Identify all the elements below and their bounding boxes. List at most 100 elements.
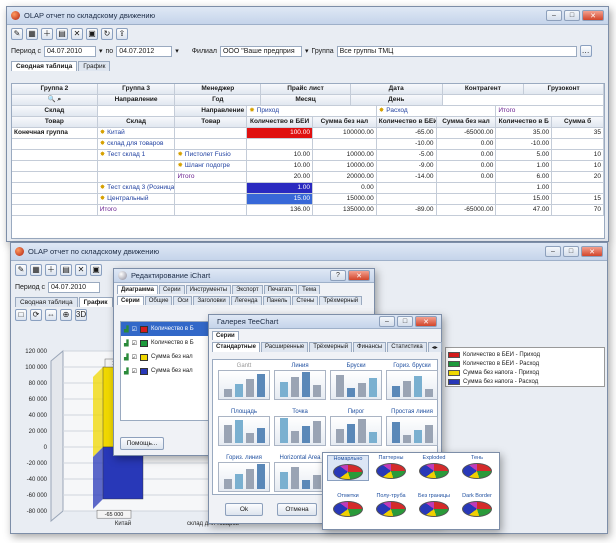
- add-icon[interactable]: ＋: [41, 28, 53, 40]
- row-field-warehouse[interactable]: Склад: [12, 106, 98, 117]
- refresh-icon[interactable]: ↻: [101, 28, 113, 40]
- field-year[interactable]: Год: [175, 95, 262, 106]
- expand-icon[interactable]: ✸: [100, 195, 105, 202]
- maximize-button[interactable]: □: [563, 246, 579, 257]
- product-cell[interactable]: Итого: [175, 172, 248, 183]
- delete-icon[interactable]: ✕: [75, 264, 87, 276]
- gallery-tab[interactable]: Стандартные: [212, 342, 260, 352]
- save-icon[interactable]: ▣: [86, 28, 98, 40]
- tab-pivot[interactable]: Сводная таблица: [11, 61, 78, 71]
- editor-subtab[interactable]: Панель: [262, 296, 292, 305]
- pie-style-option[interactable]: Полу-труба: [370, 493, 412, 517]
- delete-icon[interactable]: ✕: [71, 28, 83, 40]
- field-group3[interactable]: Группа 3: [97, 84, 176, 95]
- expand-icon[interactable]: ✸: [177, 162, 182, 169]
- tab-scroll-icon[interactable]: ◂▸: [427, 342, 442, 352]
- gallery-chart-thumb[interactable]: Простая линия: [383, 409, 441, 446]
- warehouse-cell[interactable]: ✸ Китай: [97, 128, 176, 139]
- warehouse-cell[interactable]: ✸ склад для товаров: [97, 139, 176, 150]
- editor-tab[interactable]: Инструменты: [185, 285, 232, 294]
- maximize-button[interactable]: □: [564, 10, 580, 21]
- period-to-field[interactable]: 04.07.2012: [116, 45, 173, 57]
- editor-tab[interactable]: Тема: [298, 285, 321, 294]
- help-icon[interactable]: ?: [330, 270, 346, 281]
- minimize-button[interactable]: –: [379, 316, 395, 327]
- maximize-button[interactable]: □: [397, 316, 413, 327]
- save-icon[interactable]: ▣: [90, 264, 102, 276]
- warehouse-cell[interactable]: ✸ Тест склад 3 (Розница): [97, 183, 176, 194]
- gallery-chart-thumb[interactable]: Гориз. линия: [215, 455, 273, 492]
- checkbox[interactable]: ☑: [132, 354, 137, 361]
- editor-subtab[interactable]: Легенда: [230, 296, 262, 305]
- calendar-icon[interactable]: ▾: [99, 47, 103, 55]
- close-button[interactable]: ✕: [582, 10, 604, 21]
- gallery-chart-thumb[interactable]: Gantt: [215, 363, 273, 400]
- warehouse-cell[interactable]: Итого: [97, 205, 176, 216]
- checkbox[interactable]: ☑: [132, 368, 137, 375]
- expand-icon[interactable]: ✸: [177, 151, 182, 158]
- field-month[interactable]: Месяц: [261, 95, 351, 106]
- col-in[interactable]: ✸ Приход: [247, 106, 377, 117]
- grid-icon[interactable]: ▤: [60, 264, 72, 276]
- gallery-tab[interactable]: Статистика: [387, 342, 427, 352]
- cancel-button[interactable]: Отмена: [277, 503, 317, 516]
- editor-subtab[interactable]: Серии: [117, 296, 144, 305]
- field-date[interactable]: Дата: [350, 84, 443, 95]
- pie-style-option[interactable]: Номарльно: [327, 455, 369, 481]
- field-manager[interactable]: Менеджер: [175, 84, 262, 95]
- editor-subtab[interactable]: Оси: [173, 296, 193, 305]
- period-from-field[interactable]: 04.07.2010: [44, 45, 96, 57]
- editor-tab[interactable]: Печатать: [263, 285, 298, 294]
- product-cell[interactable]: [175, 128, 248, 139]
- warehouse-cell[interactable]: ✸ Центральный: [97, 194, 176, 205]
- series-item[interactable]: ▟ ☑ Сумма без нал: [121, 364, 215, 378]
- group-field[interactable]: Все группы ТМЦ: [336, 45, 577, 57]
- close-button[interactable]: ✕: [348, 270, 370, 281]
- pie-style-option[interactable]: Отметки: [327, 493, 369, 517]
- editor-tab[interactable]: Серии: [158, 285, 185, 294]
- gallery-chart-thumb[interactable]: Гориз. бруски: [383, 363, 441, 400]
- product-cell[interactable]: [175, 205, 248, 216]
- minimize-button[interactable]: –: [545, 246, 561, 257]
- rotate-icon[interactable]: ⟳: [30, 309, 42, 321]
- chevron-down-icon[interactable]: ▾: [305, 47, 309, 55]
- expand-icon[interactable]: ✸: [100, 184, 105, 191]
- checkbox[interactable]: ☑: [132, 340, 137, 347]
- series-item[interactable]: ▟ ☑ Количество в Б: [121, 336, 215, 350]
- warehouse-cell[interactable]: [97, 172, 176, 183]
- expand-icon[interactable]: ✸: [100, 151, 105, 158]
- gallery-chart-thumb[interactable]: Пирог: [327, 409, 385, 446]
- close-button[interactable]: ✕: [415, 316, 437, 327]
- branch-select[interactable]: ООО "Ваше предприя: [219, 45, 302, 57]
- editor-subtab[interactable]: Трёхмерный: [319, 296, 363, 305]
- series-item[interactable]: ▟ ☑ Сумма без нал: [121, 350, 215, 364]
- gallery-chart-thumb[interactable]: Площадь: [215, 409, 273, 446]
- chart-select-icon[interactable]: □: [15, 309, 27, 321]
- tab-series[interactable]: Серии: [212, 331, 239, 340]
- move-icon[interactable]: ⇔: [45, 309, 57, 321]
- field-pricelist[interactable]: Прайс лист: [261, 84, 351, 95]
- pie-style-option[interactable]: Exploded: [413, 455, 455, 479]
- col-out[interactable]: ✸ Расход: [376, 106, 497, 117]
- grid-icon[interactable]: ▤: [56, 28, 68, 40]
- period-field[interactable]: 04.07.2010: [48, 281, 100, 293]
- table-icon[interactable]: ▦: [26, 28, 38, 40]
- table-icon[interactable]: ▦: [30, 264, 42, 276]
- pie-style-option[interactable]: Без границы: [413, 493, 455, 517]
- row-field-product[interactable]: Товар: [12, 117, 98, 128]
- expand-icon[interactable]: ✸: [100, 129, 105, 136]
- editor-tab[interactable]: Диаграмма: [117, 285, 158, 294]
- pie-style-option[interactable]: Паттерны: [370, 455, 412, 479]
- close-button[interactable]: ✕: [581, 246, 603, 257]
- zoom-icon[interactable]: ⊕: [60, 309, 72, 321]
- help-button[interactable]: Помощь...: [120, 437, 164, 450]
- warehouse-cell[interactable]: [97, 161, 176, 172]
- field-direction[interactable]: Направление: [97, 95, 176, 106]
- calendar-icon-2[interactable]: ▾: [175, 47, 179, 55]
- edit-icon[interactable]: ✎: [15, 264, 27, 276]
- gallery-chart-thumb[interactable]: Бруски: [327, 363, 385, 400]
- gallery-chart-thumb[interactable]: Точка: [271, 409, 329, 446]
- editor-tab[interactable]: Экспорт: [232, 285, 263, 294]
- tab-chart[interactable]: График: [78, 61, 111, 71]
- series-item[interactable]: ▟ ☑ Количество в Б: [121, 322, 215, 336]
